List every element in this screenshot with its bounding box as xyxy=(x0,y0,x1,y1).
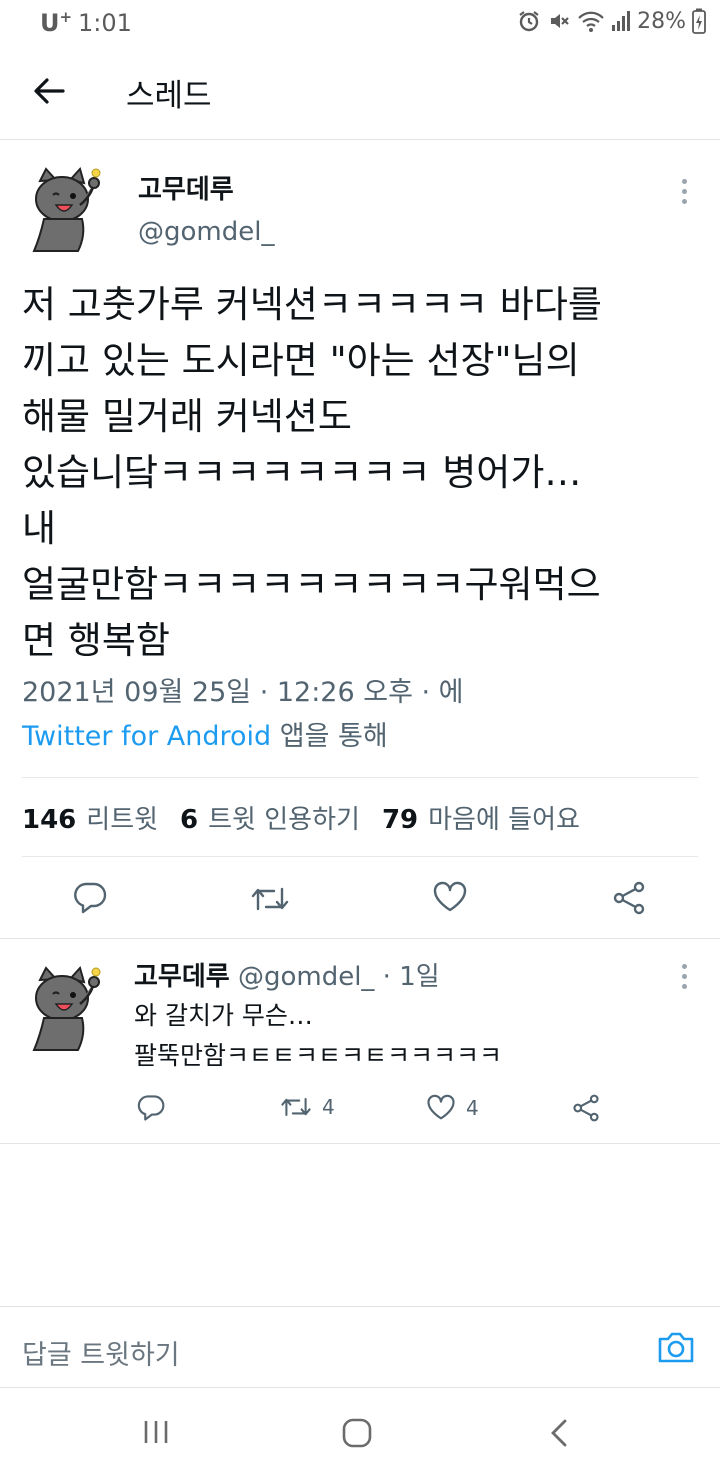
likes-stat[interactable]: 79 마음에 들어요 xyxy=(382,799,580,836)
reply-text-line: 팔뚝만함ㅋㅌㅌㅋㅌㅋㅌㅋㅋㅋㅋㅋ xyxy=(134,1041,503,1070)
like-button[interactable] xyxy=(432,881,468,913)
signal-icon xyxy=(611,10,631,32)
reply-compose-input[interactable]: 답글 트윗하기 xyxy=(22,1333,180,1372)
retweets-label: 리트윗 xyxy=(86,804,159,835)
status-time: 1:01 xyxy=(78,9,132,37)
more-dot xyxy=(681,963,687,969)
reply-tweet[interactable]: 고무데루 @gomdel_ · 1일 와 갈치가 무슨… 팔뚝만함ㅋㅌㅌㅋㅌㅋㅌ… xyxy=(0,940,720,1144)
tweet-text-line: 있습니닼ㅋㅋㅋㅋㅋㅋㅋㅋ 병어가… xyxy=(22,451,582,494)
tweet-text-line: 끼고 있는 도시라면 "아는 선장"님의 xyxy=(22,339,580,382)
camera-icon xyxy=(658,1332,694,1363)
system-nav-bar xyxy=(0,1388,720,1480)
reply-header: 고무데루 @gomdel_ · 1일 xyxy=(134,956,440,993)
more-dot xyxy=(681,983,687,989)
reply-more-options-button[interactable] xyxy=(674,956,694,996)
likes-count: 79 xyxy=(381,804,419,835)
battery-percent: 28% xyxy=(637,8,686,34)
reply-icon xyxy=(137,1095,165,1121)
tweet-text: 저 고춧가루 커넥션ㅋㅋㅋㅋㅋ 바다를 끼고 있는 도시라면 "아는 선장"님의… xyxy=(22,277,702,669)
retweets-count: 146 xyxy=(22,804,77,835)
tweet-text-line: 저 고춧가루 커넥션ㅋㅋㅋㅋㅋ 바다를 xyxy=(22,283,602,326)
share-button[interactable] xyxy=(612,881,646,915)
reply-compose-bar[interactable]: 답글 트윗하기 xyxy=(0,1306,720,1388)
tweet-text-line: 해물 밀거래 커넥션도 xyxy=(22,395,352,438)
system-back-button[interactable] xyxy=(548,1418,570,1452)
more-dot xyxy=(681,178,687,184)
reply-retweet-count: 4 xyxy=(322,1095,335,1119)
retweet-button[interactable] xyxy=(250,883,290,915)
battery-charging-icon xyxy=(692,8,706,34)
reply-reply-button[interactable] xyxy=(136,1094,166,1122)
quotes-stat[interactable]: 6 트윗 인용하기 xyxy=(180,799,360,836)
tweet-source-suffix: 앱을 통해 xyxy=(271,721,388,752)
reply-share-button[interactable] xyxy=(572,1094,600,1122)
tweet-text-line: 내 xyxy=(22,507,57,550)
tweet-actions xyxy=(0,857,720,939)
alarm-icon xyxy=(517,9,541,33)
share-icon xyxy=(573,1094,599,1122)
tweet-meta: 2021년 09월 25일 · 12:26 오후 · 에 Twitter for… xyxy=(22,671,464,759)
arrow-left-icon xyxy=(34,78,65,104)
reply-button[interactable] xyxy=(72,881,108,915)
more-dot xyxy=(681,188,687,194)
more-options-button[interactable] xyxy=(674,171,694,211)
status-icons: 28% xyxy=(517,8,706,34)
tweet-source-line: Twitter for Android 앱을 통해 xyxy=(22,715,464,759)
tweet-timestamp: 2021년 09월 25일 · 12:26 오후 · 에 xyxy=(22,677,464,708)
back-button[interactable] xyxy=(28,70,70,112)
carrier-label: U+ xyxy=(40,8,73,37)
share-icon xyxy=(613,881,645,915)
home-button[interactable] xyxy=(342,1418,372,1452)
likes-label: 마음에 들어요 xyxy=(428,804,580,835)
retweets-stat[interactable]: 146 리트윗 xyxy=(22,799,158,836)
recent-apps-button[interactable] xyxy=(142,1418,170,1450)
camera-button[interactable] xyxy=(656,1329,696,1369)
more-dot xyxy=(681,198,687,204)
home-icon xyxy=(342,1418,372,1448)
chevron-left-icon xyxy=(551,1419,567,1447)
reply-actions: 4 4 xyxy=(0,1090,720,1130)
retweet-icon xyxy=(281,1097,311,1117)
reply-retweet-button[interactable]: 4 xyxy=(280,1094,335,1120)
heart-icon xyxy=(433,881,467,912)
reply-text: 와 갈치가 무슨… 팔뚝만함ㅋㅌㅌㅋㅌㅋㅌㅋㅋㅋㅋㅋ xyxy=(134,996,502,1076)
tweet-stats: 146 리트윗 6 트윗 인용하기 79 마음에 들어요 xyxy=(22,777,698,857)
reply-meta: @gomdel_ · 1일 xyxy=(229,962,440,992)
tweet-text-line: 면 행복함 xyxy=(22,619,170,662)
more-dot xyxy=(681,973,687,979)
reply-icon xyxy=(74,882,107,914)
heart-icon xyxy=(427,1094,455,1120)
wifi-icon xyxy=(577,9,605,33)
author-handle[interactable]: @gomdel_ xyxy=(138,217,274,247)
reply-like-count: 4 xyxy=(466,1095,479,1120)
avatar[interactable] xyxy=(26,165,106,255)
reply-text-line: 와 갈치가 무슨… xyxy=(134,1001,313,1030)
quotes-label: 트윗 인용하기 xyxy=(208,804,360,835)
tweet-source-link[interactable]: Twitter for Android xyxy=(22,721,271,752)
mute-icon xyxy=(547,9,571,33)
avatar[interactable] xyxy=(26,964,106,1054)
status-bar: U+ 1:01 28% xyxy=(0,0,720,46)
author-name[interactable]: 고무데루 xyxy=(138,169,234,206)
reply-author-name[interactable]: 고무데루 xyxy=(134,962,230,992)
tweet-text-line: 얼굴만함ㅋㅋㅋㅋㅋㅋㅋㅋㅋ구워먹으 xyxy=(22,563,601,606)
retweet-icon xyxy=(251,887,289,911)
reply-like-button[interactable]: 4 xyxy=(426,1094,479,1121)
recent-apps-icon xyxy=(144,1421,168,1443)
quotes-count: 6 xyxy=(180,804,199,835)
app-header: 스레드 xyxy=(0,46,720,140)
page-title: 스레드 xyxy=(126,78,212,114)
